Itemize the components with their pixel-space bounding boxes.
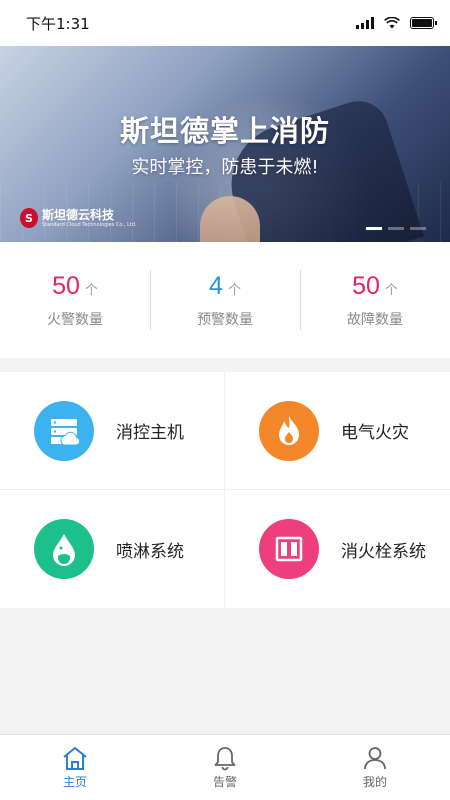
stat-unit: 个 <box>84 282 98 298</box>
wifi-icon <box>384 17 400 29</box>
banner-carousel[interactable]: 斯坦德掌上消防 实时掌控，防患于未燃! S 斯坦德云科技 Standard Cl… <box>0 46 450 242</box>
battery-icon <box>410 17 437 29</box>
menu-item-electrical-fire[interactable]: 电气火灾 <box>225 372 450 490</box>
home-icon <box>63 747 87 770</box>
status-bar: 下午1:31 <box>0 0 450 46</box>
menu-item-label: 喷淋系统 <box>116 541 184 562</box>
menu-item-label: 消火栓系统 <box>341 541 426 562</box>
server-cloud-icon <box>34 400 94 461</box>
stats-panel: 50 个 火警数量 4 个 预警数量 50 个 故障数量 <box>0 242 450 358</box>
stat-value: 50 <box>52 271 80 300</box>
menu-item-sprinkler-system[interactable]: 喷淋系统 <box>0 490 225 608</box>
carousel-dot[interactable] <box>388 227 404 230</box>
stat-fire-alarms[interactable]: 50 个 火警数量 <box>0 270 150 330</box>
water-drop-icon <box>34 519 94 579</box>
stat-label: 预警数量 <box>197 311 253 328</box>
stat-unit: 个 <box>227 282 241 298</box>
tab-label: 我的 <box>362 775 387 789</box>
function-menu: 消控主机 电气火灾 喷淋系统 消火栓系统 <box>0 372 450 608</box>
logo-text: 斯坦德云科技 <box>42 207 115 222</box>
logo-subtext: Standard Cloud Technologies Co., Ltd. <box>42 221 137 228</box>
hydrant-cabinet-icon <box>259 519 319 579</box>
stat-faults[interactable]: 50 个 故障数量 <box>300 270 450 330</box>
tab-label: 告警 <box>212 775 237 789</box>
user-icon <box>364 747 386 770</box>
menu-item-fire-control-host[interactable]: 消控主机 <box>0 372 225 490</box>
tab-label: 主页 <box>62 775 87 789</box>
carousel-dot[interactable] <box>410 227 426 230</box>
flame-icon <box>259 400 319 461</box>
signal-icon <box>356 17 374 29</box>
company-logo: S 斯坦德云科技 Standard Cloud Technologies Co.… <box>20 208 137 228</box>
tab-profile[interactable]: 我的 <box>300 735 450 800</box>
status-icons <box>356 17 437 29</box>
menu-item-label: 消控主机 <box>116 423 184 443</box>
stat-warnings[interactable]: 4 个 预警数量 <box>150 270 300 330</box>
stat-label: 故障数量 <box>347 311 403 328</box>
tab-alerts[interactable]: 告警 <box>150 735 300 800</box>
bottom-tab-bar: 主页 告警 我的 <box>0 734 450 800</box>
carousel-dot[interactable] <box>366 227 382 230</box>
stat-label: 火警数量 <box>47 311 103 328</box>
menu-item-hydrant-system[interactable]: 消火栓系统 <box>225 490 450 608</box>
tab-home[interactable]: 主页 <box>0 735 150 800</box>
bell-icon <box>214 747 236 771</box>
stat-value: 4 <box>209 271 223 300</box>
stat-unit: 个 <box>384 282 398 298</box>
status-time: 下午1:31 <box>26 14 90 33</box>
banner-subtitle: 实时掌控，防患于未燃! <box>131 157 319 178</box>
stat-value: 50 <box>352 271 380 300</box>
logo-mark-icon: S <box>20 208 38 228</box>
banner-title: 斯坦德掌上消防 <box>119 114 330 148</box>
carousel-indicator <box>366 227 426 230</box>
menu-item-label: 电气火灾 <box>341 423 409 443</box>
